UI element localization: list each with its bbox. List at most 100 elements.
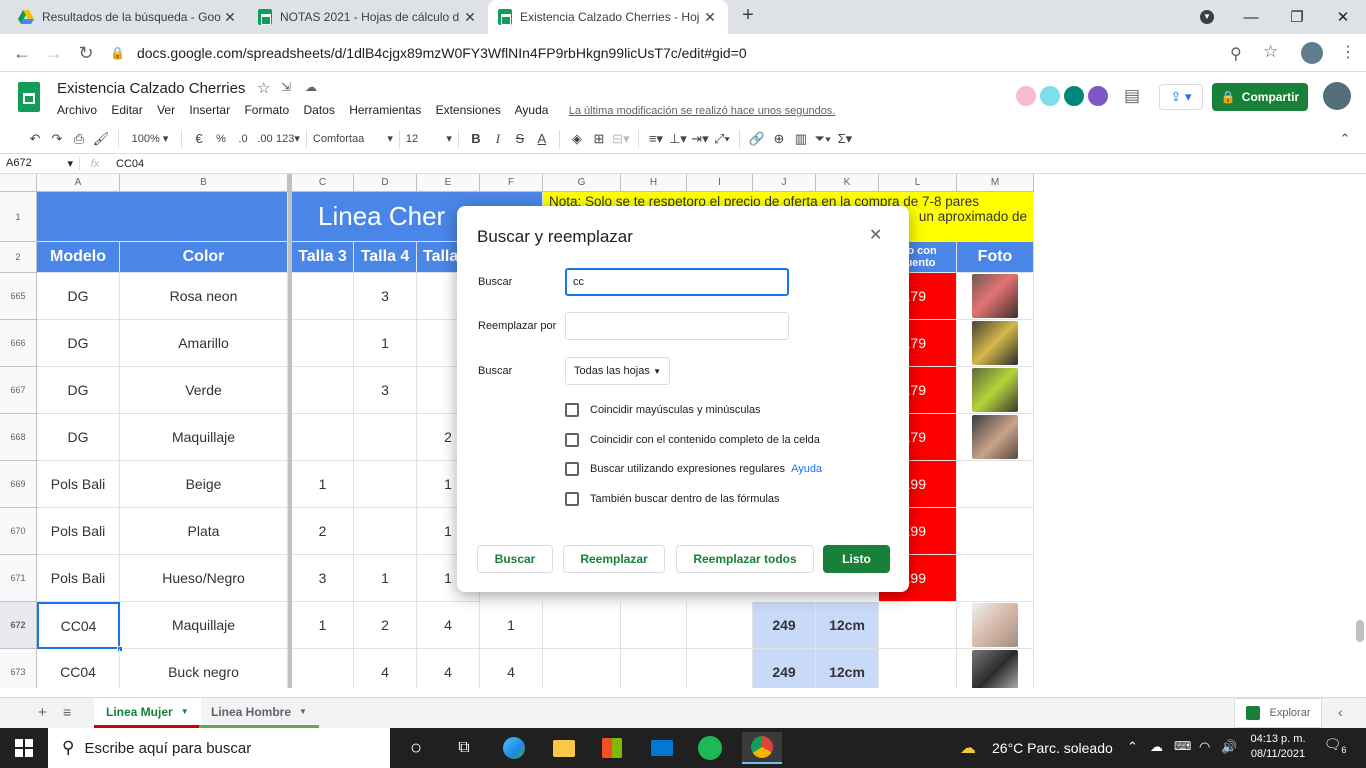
option-match-case[interactable]: Coincidir mayúsculas y minúsculas [565, 403, 761, 417]
cell-talla-6[interactable]: 1 [480, 602, 543, 649]
sheet-tab-linea-hombre[interactable]: Linea Hombre ▼ [199, 698, 319, 728]
cell-foto[interactable] [957, 320, 1034, 367]
row-header-2[interactable]: 2 [0, 242, 37, 273]
cell-g[interactable] [543, 649, 621, 688]
cell-talla-4[interactable]: 1 [354, 320, 417, 367]
checkbox[interactable] [565, 403, 579, 417]
cell-foto[interactable] [957, 461, 1034, 508]
cell-i[interactable] [687, 602, 753, 649]
menu-ver[interactable]: Ver [157, 103, 175, 117]
ime-icon[interactable]: ⌨ [1174, 739, 1191, 753]
checkbox[interactable] [565, 433, 579, 447]
cell-h[interactable] [621, 602, 687, 649]
cell-foto[interactable] [957, 649, 1034, 688]
cell-talla-3[interactable]: 1 [292, 602, 354, 649]
row-header[interactable]: 672 [0, 602, 37, 649]
cell-talla-3[interactable] [292, 367, 354, 414]
row-header[interactable]: 671 [0, 555, 37, 602]
functions-icon[interactable]: Σ▾ [834, 127, 856, 151]
row-header[interactable]: 666 [0, 320, 37, 367]
cell-precio[interactable] [879, 602, 957, 649]
cell-talla-3[interactable]: 2 [292, 508, 354, 555]
cell-talla-5[interactable]: 4 [417, 602, 480, 649]
sheets-logo-icon[interactable] [18, 82, 40, 112]
tab-search-icon[interactable]: ▼ [1184, 0, 1230, 34]
menu-editar[interactable]: Editar [111, 103, 142, 117]
back-icon[interactable]: ← [8, 39, 36, 67]
close-window-button[interactable]: ✕ [1320, 0, 1366, 34]
close-tab-icon[interactable]: ✕ [702, 9, 718, 26]
cell-foto[interactable] [957, 273, 1034, 320]
cell-altura-k[interactable]: 12cm [816, 602, 879, 649]
row-header[interactable]: 667 [0, 367, 37, 414]
cell-color[interactable]: Hueso/Negro [120, 555, 288, 602]
collapse-toolbar-icon[interactable]: ⌃ [1334, 127, 1356, 151]
minimize-button[interactable]: — [1228, 0, 1274, 34]
new-tab-button[interactable]: + [736, 4, 760, 30]
menu-ayuda[interactable]: Ayuda [515, 103, 549, 117]
add-sheet-icon[interactable]: + [38, 704, 47, 721]
checkbox[interactable] [565, 462, 579, 476]
cell-precio[interactable] [879, 649, 957, 688]
cell-color[interactable]: Buck negro [120, 649, 288, 688]
vertical-align-icon[interactable]: ⊥▾ [667, 127, 689, 151]
zoom-icon[interactable]: ⚲ [1230, 44, 1242, 64]
header-modelo[interactable]: Modelo [37, 242, 120, 273]
column-header-c[interactable]: C [292, 174, 354, 192]
weather-icon[interactable]: ☁ [960, 738, 976, 758]
browser-tab-1[interactable]: NOTAS 2021 - Hojas de cálculo d ✕ [248, 0, 488, 34]
cell-color[interactable]: Verde [120, 367, 288, 414]
header-blank-cell[interactable] [37, 192, 288, 242]
close-tab-icon[interactable]: ✕ [222, 9, 238, 26]
replace-all-button[interactable]: Reemplazar todos [676, 545, 814, 573]
clock[interactable]: 04:13 p. m. 08/11/2021 [1246, 732, 1310, 762]
weather-text[interactable]: 26°C Parc. soleado [992, 740, 1113, 756]
spotify-icon[interactable] [694, 732, 726, 764]
cell-modelo[interactable]: CC04 [37, 649, 120, 688]
menu-insertar[interactable]: Insertar [189, 103, 230, 117]
cell-precio-j[interactable]: 249 [753, 602, 816, 649]
cell-talla-5[interactable]: 4 [417, 649, 480, 688]
forward-icon[interactable]: → [40, 39, 68, 67]
find-button[interactable]: Buscar [477, 545, 553, 573]
cell-talla-3[interactable] [292, 414, 354, 461]
insert-comment-icon[interactable]: ⊕ [768, 127, 790, 151]
find-input[interactable] [565, 268, 789, 296]
browser-tab-0[interactable]: Resultados de la búsqueda - Goo ✕ [8, 0, 248, 34]
insert-link-icon[interactable]: 🔗 [746, 127, 768, 151]
cell-modelo[interactable]: DG [37, 273, 120, 320]
cell-modelo[interactable]: DG [37, 367, 120, 414]
cell-foto[interactable] [957, 414, 1034, 461]
menu-formato[interactable]: Formato [244, 103, 289, 117]
cell-talla-3[interactable]: 3 [292, 555, 354, 602]
share-button[interactable]: 🔒 Compartir [1212, 83, 1308, 111]
chrome-icon[interactable] [742, 732, 782, 764]
cell-talla-4[interactable] [354, 414, 417, 461]
cell-color[interactable]: Maquillaje [120, 414, 288, 461]
row-header[interactable]: 670 [0, 508, 37, 555]
column-header-a[interactable]: A [37, 174, 120, 192]
header-color[interactable]: Color [120, 242, 288, 273]
replace-input[interactable] [565, 312, 789, 340]
store-icon[interactable] [596, 732, 628, 764]
column-header-f[interactable]: F [480, 174, 543, 192]
text-rotation-icon[interactable]: ⤢▾ [711, 127, 733, 151]
column-header-b[interactable]: B [120, 174, 288, 192]
cell-talla-4[interactable] [354, 461, 417, 508]
strikethrough-icon[interactable]: S [509, 127, 531, 151]
column-header-k[interactable]: K [816, 174, 879, 192]
vertical-scrollbar[interactable] [1356, 620, 1364, 642]
reload-icon[interactable]: ↻ [72, 39, 100, 67]
replace-button[interactable]: Reemplazar [563, 545, 665, 573]
cell-i[interactable] [687, 649, 753, 688]
font-size-select[interactable]: 12 ▾ [406, 127, 452, 151]
row-header[interactable]: 668 [0, 414, 37, 461]
explore-button[interactable]: Explorar [1234, 698, 1322, 728]
column-header-l[interactable]: L [879, 174, 957, 192]
cell-talla-4[interactable]: 3 [354, 367, 417, 414]
doc-title[interactable]: Existencia Calzado Cherries [57, 80, 245, 97]
cell-talla-3[interactable] [292, 273, 354, 320]
decrease-decimals-button[interactable]: .0 [232, 127, 254, 151]
option-match-entire-cell[interactable]: Coincidir con el contenido completo de l… [565, 433, 820, 447]
cell-talla-4[interactable]: 4 [354, 649, 417, 688]
